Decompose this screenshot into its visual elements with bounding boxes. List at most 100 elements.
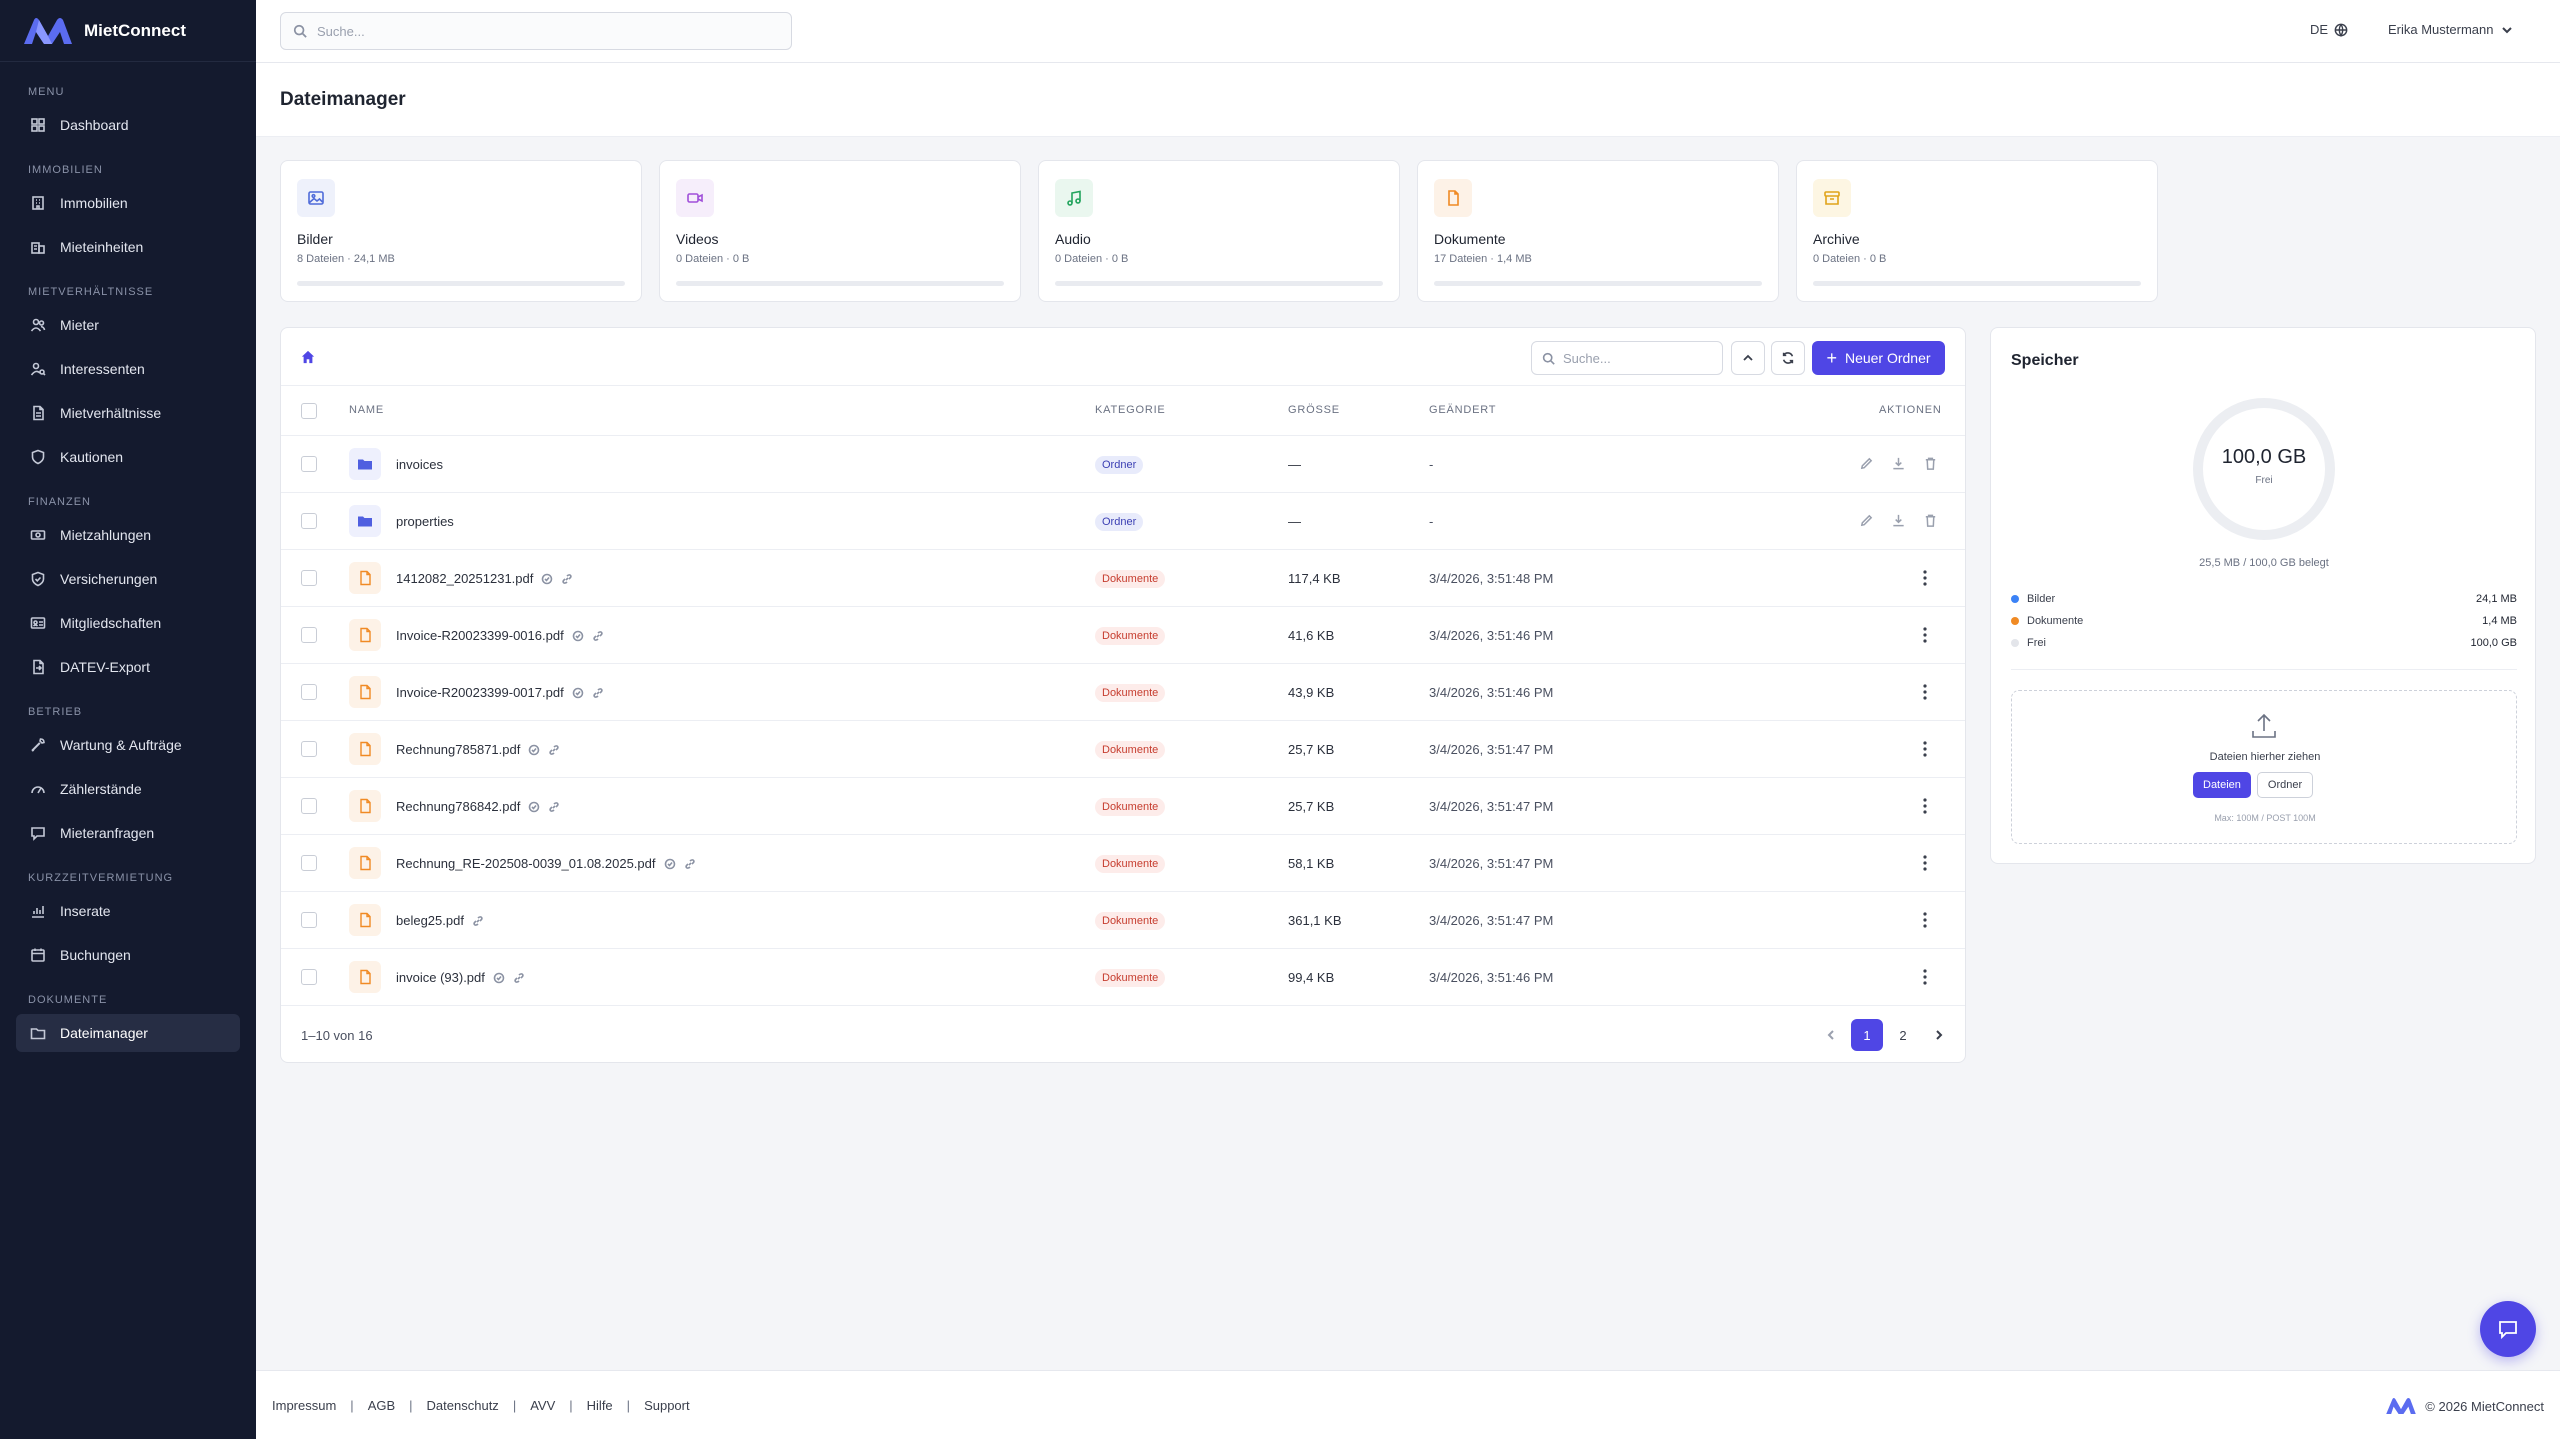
footer-link-hilfe[interactable]: Hilfe: [587, 1398, 613, 1413]
file-search-input[interactable]: [1563, 350, 1713, 366]
brand[interactable]: MietConnect: [0, 0, 256, 62]
sidebar-item-mitgliedschaften[interactable]: Mitgliedschaften: [16, 604, 240, 642]
sidebar-item-mieteinheiten[interactable]: Mieteinheiten: [16, 228, 240, 266]
row-checkbox[interactable]: [301, 684, 317, 700]
sidebar-item-mietzahlungen[interactable]: Mietzahlungen: [16, 516, 240, 554]
sidebar-item-mietverhältnisse[interactable]: Mietverhältnisse: [16, 394, 240, 432]
file-name[interactable]: Rechnung785871.pdf: [396, 742, 560, 757]
sidebar-item-versicherungen[interactable]: Versicherungen: [16, 560, 240, 598]
row-checkbox[interactable]: [301, 513, 317, 529]
download-icon[interactable]: [1891, 513, 1906, 528]
row-checkbox[interactable]: [301, 798, 317, 814]
file-name[interactable]: properties: [396, 514, 454, 529]
sidebar-item-inserate[interactable]: Inserate: [16, 892, 240, 930]
pagination-page[interactable]: 2: [1887, 1019, 1919, 1051]
category-card-archive[interactable]: Archive 0 Dateien · 0 B: [1796, 160, 2158, 302]
file-name[interactable]: invoices: [396, 457, 443, 472]
select-all-checkbox[interactable]: [301, 403, 317, 419]
footer-link-datenschutz[interactable]: Datenschutz: [427, 1398, 499, 1413]
sidebar-item-buchungen[interactable]: Buchungen: [16, 936, 240, 974]
row-checkbox[interactable]: [301, 969, 317, 985]
file-name[interactable]: Rechnung_RE-202508-0039_01.08.2025.pdf: [396, 856, 696, 871]
pagination-page[interactable]: 1: [1851, 1019, 1883, 1051]
column-size[interactable]: Größe: [1288, 404, 1340, 416]
link-icon[interactable]: [548, 801, 560, 813]
more-vertical-icon[interactable]: [1922, 853, 1928, 873]
link-icon[interactable]: [548, 744, 560, 756]
table-row[interactable]: Invoice-R20023399-0016.pdf Dokumente 41,6 …: [281, 607, 1965, 664]
sidebar-item-kautionen[interactable]: Kautionen: [16, 438, 240, 476]
sidebar-item-mieter[interactable]: Mieter: [16, 306, 240, 344]
row-checkbox[interactable]: [301, 912, 317, 928]
footer-link-support[interactable]: Support: [644, 1398, 690, 1413]
table-row[interactable]: invoices Ordner — -: [281, 436, 1965, 493]
category-card-videos[interactable]: Videos 0 Dateien · 0 B: [659, 160, 1021, 302]
more-vertical-icon[interactable]: [1922, 739, 1928, 759]
more-vertical-icon[interactable]: [1922, 682, 1928, 702]
link-icon[interactable]: [561, 573, 573, 585]
file-name[interactable]: beleg25.pdf: [396, 913, 484, 928]
table-row[interactable]: properties Ordner — -: [281, 493, 1965, 550]
more-vertical-icon[interactable]: [1922, 967, 1928, 987]
trash-icon[interactable]: [1923, 456, 1938, 471]
row-checkbox[interactable]: [301, 855, 317, 871]
table-row[interactable]: Rechnung786842.pdf Dokumente 25,7 KB 3/4/20…: [281, 778, 1965, 835]
sidebar-item-immobilien[interactable]: Immobilien: [16, 184, 240, 222]
more-vertical-icon[interactable]: [1922, 796, 1928, 816]
file-name[interactable]: Invoice-R20023399-0017.pdf: [396, 685, 604, 700]
file-name[interactable]: Invoice-R20023399-0016.pdf: [396, 628, 604, 643]
footer-link-agb[interactable]: AGB: [368, 1398, 395, 1413]
upload-dropzone[interactable]: Dateien hierher ziehen Dateien Ordner Ma…: [2011, 690, 2517, 844]
column-name[interactable]: Name: [349, 404, 384, 416]
table-row[interactable]: Rechnung785871.pdf Dokumente 25,7 KB 3/4/20…: [281, 721, 1965, 778]
chat-button[interactable]: [2480, 1301, 2536, 1357]
footer-link-impressum[interactable]: Impressum: [272, 1398, 336, 1413]
trash-icon[interactable]: [1923, 513, 1938, 528]
more-vertical-icon[interactable]: [1922, 625, 1928, 645]
folder-up-button[interactable]: [1731, 341, 1765, 375]
link-icon[interactable]: [592, 630, 604, 642]
sidebar-item-interessenten[interactable]: Interessenten: [16, 350, 240, 388]
footer-link-avv[interactable]: AVV: [530, 1398, 555, 1413]
upload-files-button[interactable]: Dateien: [2193, 772, 2251, 798]
link-icon[interactable]: [513, 972, 525, 984]
download-icon[interactable]: [1891, 456, 1906, 471]
row-checkbox[interactable]: [301, 456, 317, 472]
table-row[interactable]: Invoice-R20023399-0017.pdf Dokumente 43,9 …: [281, 664, 1965, 721]
file-search[interactable]: [1531, 341, 1723, 375]
more-vertical-icon[interactable]: [1922, 910, 1928, 930]
sidebar-item-zählerstände[interactable]: Zählerstände: [16, 770, 240, 808]
sidebar-item-dashboard[interactable]: Dashboard: [16, 106, 240, 144]
table-row[interactable]: Rechnung_RE-202508-0039_01.08.2025.pdf Do…: [281, 835, 1965, 892]
global-search-input[interactable]: [317, 23, 777, 39]
language-switcher[interactable]: DE: [2310, 22, 2348, 37]
file-name[interactable]: invoice (93).pdf: [396, 970, 525, 985]
new-folder-button[interactable]: + Neuer Ordner: [1812, 341, 1945, 375]
pagination-next[interactable]: [1923, 1019, 1955, 1051]
global-search[interactable]: [280, 12, 792, 50]
table-row[interactable]: invoice (93).pdf Dokumente 99,4 KB 3/4/2026…: [281, 949, 1965, 1006]
link-icon[interactable]: [592, 687, 604, 699]
file-name[interactable]: Rechnung786842.pdf: [396, 799, 560, 814]
table-row[interactable]: 1412082_20251231.pdf Dokumente 117,4 KB 3/4…: [281, 550, 1965, 607]
sidebar-item-mieteranfragen[interactable]: Mieteranfragen: [16, 814, 240, 852]
pagination-prev[interactable]: [1815, 1019, 1847, 1051]
category-card-bilder[interactable]: Bilder 8 Dateien · 24,1 MB: [280, 160, 642, 302]
upload-folder-button[interactable]: Ordner: [2256, 772, 2314, 798]
refresh-button[interactable]: [1771, 341, 1805, 375]
more-vertical-icon[interactable]: [1922, 568, 1928, 588]
row-checkbox[interactable]: [301, 627, 317, 643]
table-row[interactable]: beleg25.pdf Dokumente 361,1 KB 3/4/2026, 3:…: [281, 892, 1965, 949]
home-icon[interactable]: [301, 350, 315, 364]
edit-icon[interactable]: [1859, 456, 1874, 471]
file-name[interactable]: 1412082_20251231.pdf: [396, 571, 573, 586]
link-icon[interactable]: [684, 858, 696, 870]
edit-icon[interactable]: [1859, 513, 1874, 528]
row-checkbox[interactable]: [301, 741, 317, 757]
user-menu[interactable]: Erika Mustermann: [2388, 22, 2513, 37]
column-category[interactable]: Kategorie: [1095, 404, 1166, 416]
category-card-dokumente[interactable]: Dokumente 17 Dateien · 1,4 MB: [1417, 160, 1779, 302]
column-modified[interactable]: Geändert: [1429, 404, 1496, 416]
sidebar-item-dateimanager[interactable]: Dateimanager: [16, 1014, 240, 1052]
category-card-audio[interactable]: Audio 0 Dateien · 0 B: [1038, 160, 1400, 302]
